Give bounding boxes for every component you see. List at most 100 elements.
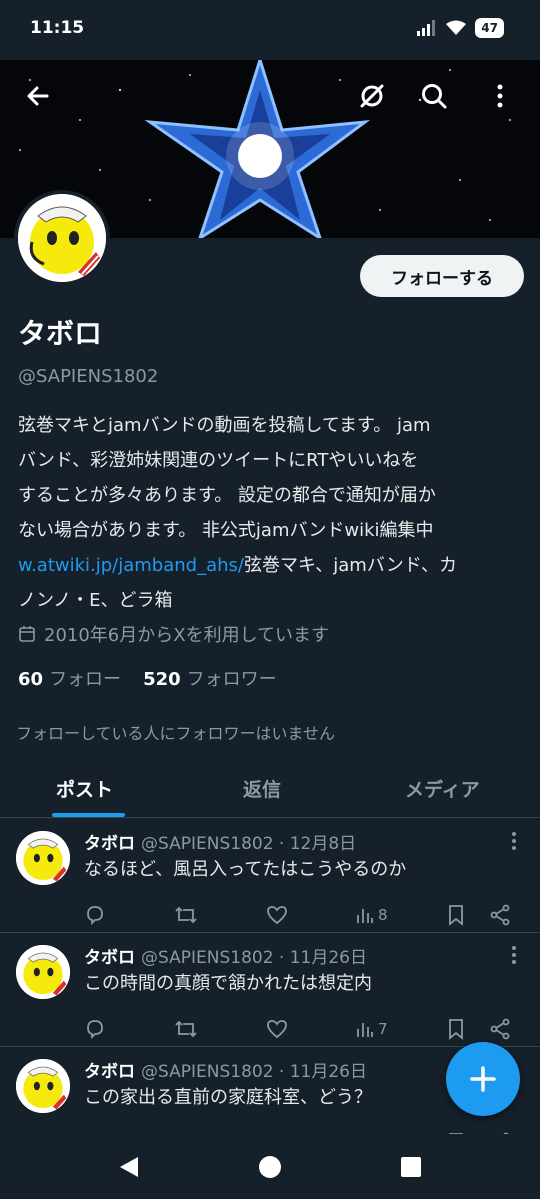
more-vertical-icon [512,832,516,850]
tweet-meta: タボロ @SAPIENS1802 · 11月26日 [84,943,367,968]
square-recents-icon [401,1157,421,1177]
followers-count: 520 [143,669,181,690]
heart-icon [267,906,287,925]
bio-line: ノンノ・E、どラ箱 [18,590,173,611]
tweet-more-button[interactable] [506,945,522,965]
calendar-icon [19,626,35,642]
bookmark-icon [449,1019,463,1040]
tweet-author-handle: @SAPIENS1802 [141,948,274,968]
tweet-avatar[interactable] [16,831,70,885]
status-time: 11:15 [30,18,85,38]
more-options-button[interactable] [480,76,520,116]
tweet-author-handle: @SAPIENS1802 [141,1062,274,1082]
signal-icon [417,20,436,36]
tweet-actions: 8 [84,903,524,929]
share-button[interactable] [489,1017,511,1041]
tweet-avatar[interactable] [16,945,70,999]
back-arrow-icon [27,86,49,106]
tweet-text: この家出る直前の家庭科室、どう？ [84,1087,372,1108]
followers-label: フォロワー [186,669,277,690]
profile-tabs: ポスト 返信 メディア [0,760,540,818]
tweet[interactable]: タボロ @SAPIENS1802 · 12月8日 なるほど、風呂入ってたはこうやる… [0,819,540,933]
tweet-author-name[interactable]: タボロ [84,1062,135,1082]
joined-date: 2010年6月からXを利用しています [18,621,329,647]
system-navigation-bar [0,1134,540,1199]
more-vertical-icon [512,946,516,964]
tweet-date[interactable]: · 12月8日 [279,834,356,854]
tweet-author-handle: @SAPIENS1802 [141,834,274,854]
bookmark-button[interactable] [447,903,465,927]
repost-button[interactable] [174,1017,198,1041]
plus-icon [470,1066,496,1092]
like-button[interactable] [266,1017,288,1041]
like-button[interactable] [266,903,288,927]
followers-link[interactable]: 520 フォロワー [143,665,277,691]
active-tab-indicator [52,813,125,817]
status-icons: 47 [417,18,504,38]
bookmark-icon [449,905,463,926]
bio-line: ない場合があります。 非公式jamバンドwiki編集中 [18,520,434,541]
follow-counts: 60 フォロー 520 フォロワー [18,665,277,691]
more-vertical-icon [497,84,503,108]
compose-post-button[interactable] [446,1042,520,1116]
tweet-author-name[interactable]: タボロ [84,834,135,854]
nav-back-button[interactable] [116,1154,142,1180]
battery-indicator: 47 [475,18,504,38]
tab-media[interactable]: メディア [405,775,480,802]
joined-text: 2010年6月からXを利用しています [44,625,330,646]
grok-icon [360,84,384,108]
tweet-actions: 7 [84,1017,524,1043]
avatar-image [16,1059,70,1113]
reply-icon [87,1020,103,1040]
repost-icon [175,906,197,924]
profile-avatar[interactable] [14,190,110,286]
bio-line: 弦巻マキとjamバンドの動画を投稿してます。 jam [18,415,431,436]
reply-button[interactable] [84,903,106,927]
views-button[interactable]: 8 [356,903,388,927]
follow-button[interactable]: フォローする [360,255,524,297]
views-button[interactable]: 7 [356,1017,388,1041]
nav-home-button[interactable] [257,1154,283,1180]
views-count: 7 [378,1020,388,1038]
share-icon [490,1018,510,1040]
share-icon [490,904,510,926]
tweet-text: なるほど、風呂入ってたはこうやるのか [84,859,407,880]
back-button[interactable] [18,76,58,116]
tweet-author-name[interactable]: タボロ [84,948,135,968]
search-button[interactable] [414,76,454,116]
bio-link-trailing-text: 弦巻マキ、jamバンド、カ [243,555,458,576]
grok-button[interactable] [352,76,392,116]
bio-link[interactable]: w.atwiki.jp/jamband_ahs/ [18,555,244,576]
avatar-image [16,945,70,999]
wifi-icon [446,20,467,35]
tweet[interactable]: タボロ @SAPIENS1802 · 11月26日 この時間の真顔で頷かれたは想定… [0,933,540,1047]
views-chart-icon [357,909,373,923]
repost-button[interactable] [174,903,198,927]
tweet-avatar[interactable] [16,1059,70,1113]
following-count: 60 [18,669,44,690]
nav-recents-button[interactable] [398,1154,424,1180]
tab-replies[interactable]: 返信 [243,775,281,802]
avatar-image [18,194,106,282]
profile-bio: 弦巻マキとjamバンドの動画を投稿してます。 jam バンド、彩澄姉妹関連のツイ… [18,408,523,618]
reply-button[interactable] [84,1017,106,1041]
profile-name: タボロ [18,317,103,350]
views-count: 8 [378,906,388,924]
following-link[interactable]: 60 フォロー [18,665,121,691]
tweet-date[interactable]: · 11月26日 [279,948,367,968]
views-chart-icon [357,1023,373,1037]
search-icon [422,84,447,109]
following-label: フォロー [49,669,122,690]
heart-icon [267,1020,287,1039]
tweet-more-button[interactable] [506,831,522,851]
tab-posts[interactable]: ポスト [56,775,113,802]
circle-home-icon [259,1156,281,1178]
repost-icon [175,1020,197,1038]
share-button[interactable] [489,903,511,927]
triangle-back-icon [120,1157,138,1177]
status-bar: 11:15 47 [0,0,540,60]
bookmark-button[interactable] [447,1017,465,1041]
bio-line: することが多々あります。 設定の都合で通知が届か [18,485,436,506]
tweet-date[interactable]: · 11月26日 [279,1062,367,1082]
tweet-meta: タボロ @SAPIENS1802 · 11月26日 [84,1057,367,1082]
